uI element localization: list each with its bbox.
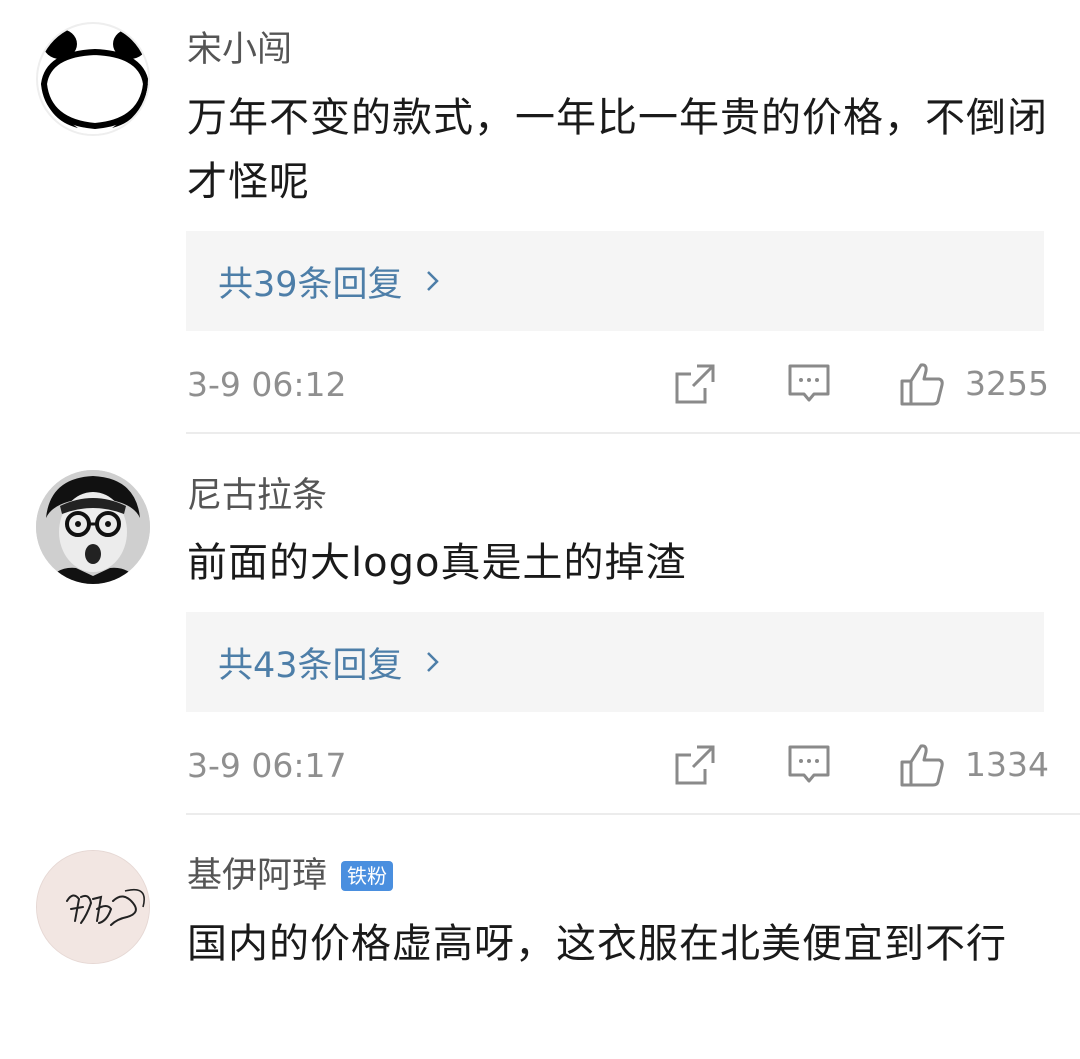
like-icon[interactable] [899,361,945,407]
chevron-right-icon [426,271,439,291]
timestamp: 3-9 06:17 [187,745,347,785]
comment-meta: 3-9 06:12 3255 [187,359,1049,409]
chevron-right-icon [426,652,439,672]
author-name[interactable]: 尼古拉条 [187,476,327,516]
comment-icon[interactable] [787,362,831,406]
view-replies-link[interactable]: 共43条回复 [218,637,441,688]
author-name[interactable]: 基伊阿璋 铁粉 [187,856,394,896]
author-name-text[interactable]: 基伊阿璋 [187,856,327,896]
avatar[interactable] [36,22,150,136]
comment-text: 万年不变的款式，一年比一年贵的价格，不倒闭才怪呢 [187,95,1048,205]
comment-text: 国内的价格虚高呀，这衣服在北美便宜到不行 [187,921,1007,967]
replies-count-label[interactable]: 共43条回复 [218,637,403,688]
comment-meta: 3-9 06:17 1334 [187,740,1049,790]
like-count: 3255 [965,364,1049,403]
author-name-text[interactable]: 尼古拉条 [187,476,327,516]
replies-panel[interactable]: 共43条回复 [186,612,1044,712]
avatar[interactable] [36,850,150,964]
view-replies-link[interactable]: 共39条回复 [218,256,441,307]
divider [186,813,1080,815]
share-icon[interactable] [673,362,717,406]
comment-text: 前面的大logo真是土的掉渣 [187,540,687,586]
timestamp: 3-9 06:12 [187,364,347,404]
author-name[interactable]: 宋小闯 [187,30,292,70]
share-icon[interactable] [673,743,717,787]
replies-panel[interactable]: 共39条回复 [186,231,1044,331]
comment-icon[interactable] [787,743,831,787]
replies-count-label[interactable]: 共39条回复 [218,256,403,307]
avatar[interactable] [36,470,150,584]
like-icon[interactable] [899,742,945,788]
like-count: 1334 [965,745,1049,784]
author-name-text[interactable]: 宋小闯 [187,30,292,70]
fan-badge: 铁粉 [341,861,394,891]
divider [186,432,1080,434]
